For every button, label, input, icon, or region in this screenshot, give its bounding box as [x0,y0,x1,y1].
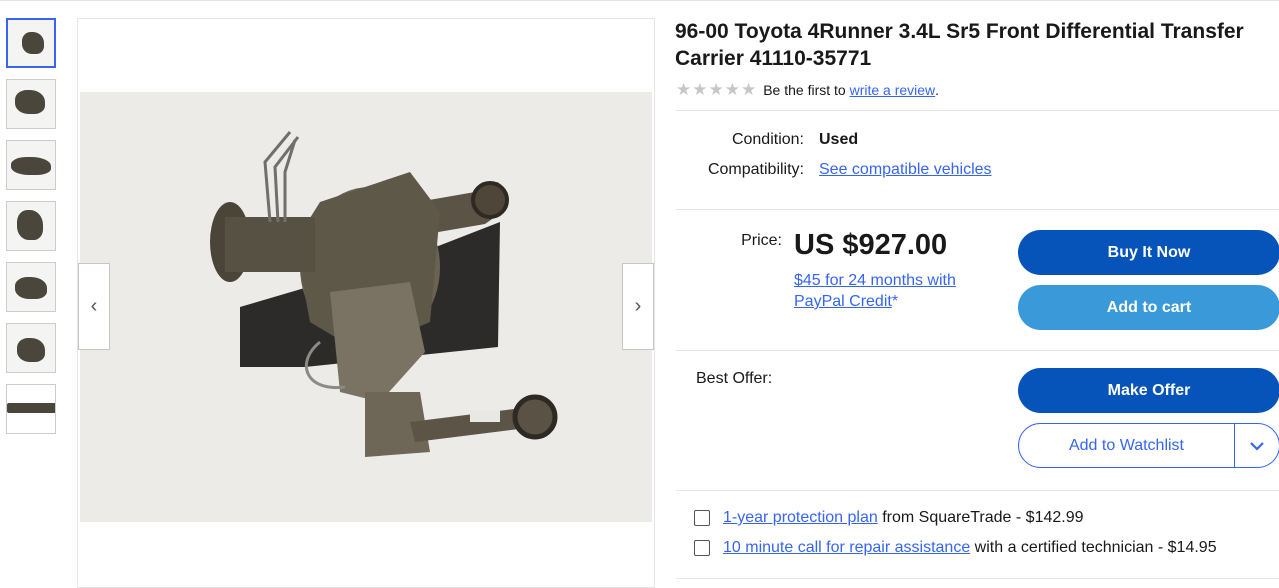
star-rating-icons: ★★★★★ [676,80,758,99]
compatible-vehicles-link[interactable]: See compatible vehicles [819,161,992,179]
condition-value: Used [819,131,859,148]
thumbnail-6[interactable] [6,323,56,373]
price-label: Price: [741,232,782,249]
make-offer-button[interactable]: Make Offer [1018,368,1279,413]
add-to-watchlist-button[interactable]: Add to Watchlist [1019,424,1234,467]
previous-image-button[interactable]: ‹ [78,263,110,350]
watchlist-control: Add to Watchlist [1018,423,1279,468]
thumbnail-2[interactable] [6,79,56,129]
product-image[interactable] [80,92,652,522]
protection-plan-text: from SquareTrade - $142.99 [877,509,1084,526]
chevron-right-icon: › [634,295,642,317]
chevron-down-icon [1250,441,1264,451]
divider-4 [676,490,1279,491]
paypal-credit-asterisk: * [891,293,899,310]
repair-call-option: 10 minute call for repair assistance wit… [694,539,1217,557]
repair-call-text: with a certified technician - $14.95 [970,539,1217,556]
next-image-button[interactable]: › [622,263,654,350]
write-review-link[interactable]: write a review [850,82,936,98]
thumbnail-1[interactable] [6,18,56,68]
thumbnail-strip [6,18,58,445]
divider-2 [676,209,1279,210]
protection-plan-link[interactable]: 1-year protection plan [723,509,878,527]
repair-call-link[interactable]: 10 minute call for repair assistance [723,539,970,557]
price-value: US $927.00 [794,229,948,261]
product-photo-illustration [80,92,652,522]
thumbnail-7[interactable] [6,384,56,434]
divider-1 [676,110,1279,111]
protection-plan-option: 1-year protection plan from SquareTrade … [694,509,1084,527]
divider-5 [676,578,1279,579]
paypal-credit: $45 for 24 months with PayPal Credit* [794,270,1004,312]
listing-title: 96-00 Toyota 4Runner 3.4L Sr5 Front Diff… [675,20,1244,70]
condition-label: Condition: [731,131,804,148]
buy-it-now-button[interactable]: Buy It Now [1018,230,1279,275]
thumbnail-3[interactable] [6,140,56,190]
repair-call-checkbox[interactable] [694,540,710,556]
top-divider [0,0,1279,1]
add-to-cart-button[interactable]: Add to cart [1018,285,1279,330]
divider-3 [676,350,1279,351]
watchlist-dropdown-button[interactable] [1234,424,1279,467]
rating-suffix: . [935,82,940,98]
thumbnail-4[interactable] [6,201,56,251]
rating-row: ★★★★★ Be the first to write a review . [676,80,939,100]
thumbnail-5[interactable] [6,262,56,312]
paypal-credit-link[interactable]: $45 for 24 months with PayPal Credit [794,272,956,310]
compatibility-label: Compatibility: [707,161,804,178]
chevron-left-icon: ‹ [90,295,98,317]
best-offer-label: Best Offer: [696,370,773,387]
rating-prefix: Be the first to [763,82,850,98]
protection-plan-checkbox[interactable] [694,510,710,526]
